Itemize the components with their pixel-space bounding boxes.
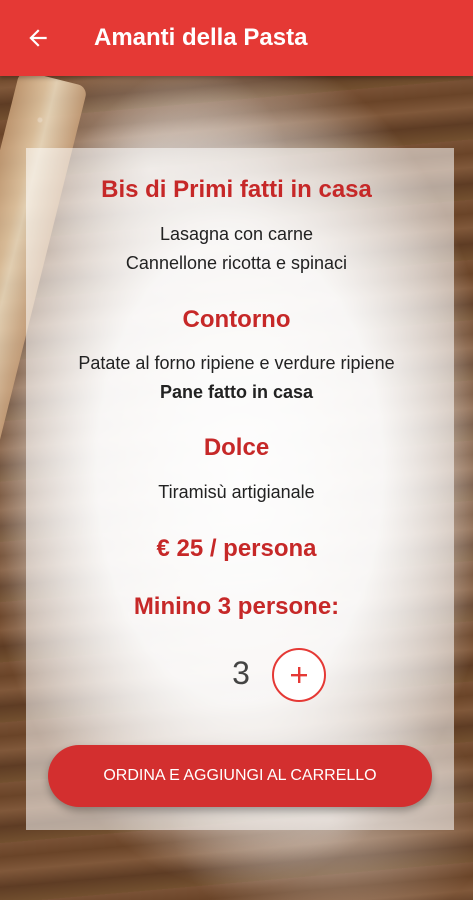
app-bar: Amanti della Pasta	[0, 0, 473, 76]
primi-item: Lasagna con carne	[159, 224, 314, 244]
order-add-to-cart-button[interactable]: ORDINA E AGGIUNGI AL CARRELLO	[48, 745, 432, 807]
back-button[interactable]	[10, 10, 66, 66]
plus-icon	[291, 667, 307, 683]
contorno-title: Contorno	[182, 306, 291, 333]
increment-button[interactable]	[272, 648, 326, 702]
price-label: € 25 / persona	[156, 535, 317, 562]
primi-item: Cannellone ricotta e spinaci	[125, 253, 348, 273]
quantity-value: 3	[232, 655, 250, 691]
arrow-left-icon	[29, 29, 47, 47]
page-title: Amanti della Pasta	[94, 24, 308, 51]
dolce-title: Dolce	[203, 434, 270, 461]
dolce-item: Tiramisù artigianale	[158, 482, 315, 502]
contorno-item: Patate al forno ripiene e verdure ripien…	[78, 353, 395, 373]
contorno-bold-item: Pane fatto in casa	[159, 382, 314, 402]
primi-title: Bis di Primi fatti in casa	[101, 176, 372, 203]
minimum-label: Minino 3 persone:	[133, 593, 340, 620]
